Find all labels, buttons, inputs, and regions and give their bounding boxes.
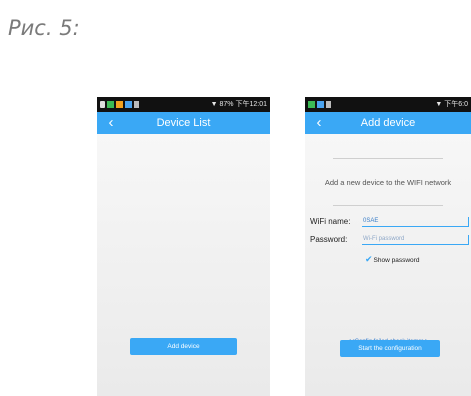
phone-screen-add-device: ▼ 下午6:0 ‹ Add device Add a new device to… xyxy=(305,97,471,396)
back-arrow-icon[interactable]: ‹ xyxy=(104,112,118,134)
password-input[interactable]: Wi-Fi password xyxy=(362,235,469,245)
figure-caption: Рис. 5: xyxy=(8,16,80,40)
status-right: ▼ 87% 下午12:01 xyxy=(210,101,267,108)
wifi-signal-icon: ▼ xyxy=(210,101,218,108)
wifi-name-label: WiFi name: xyxy=(310,217,351,226)
page-title: Add device xyxy=(360,117,416,129)
show-password-label: Show password xyxy=(373,257,420,264)
status-bar: ▼ 87% 下午12:01 xyxy=(97,97,270,112)
password-label: Password: xyxy=(310,235,348,244)
wifi-name-input[interactable]: 0SAE xyxy=(362,217,469,227)
notification-icons xyxy=(308,97,333,112)
device-list-area xyxy=(97,134,270,396)
divider xyxy=(333,158,443,159)
title-bar: ‹ Device List xyxy=(97,112,270,134)
status-bar: ▼ 下午6:0 xyxy=(305,97,471,112)
title-bar: ‹ Add device xyxy=(305,112,471,134)
show-password-toggle[interactable]: ✔Show password xyxy=(365,254,419,265)
checkmark-icon: ✔ xyxy=(365,254,373,264)
start-configuration-button[interactable]: Start the configuration xyxy=(340,340,440,357)
page-title: Device List xyxy=(156,117,211,129)
add-device-button[interactable]: Add device xyxy=(130,338,237,355)
phone-screen-device-list: ▼ 87% 下午12:01 ‹ Device List Add device xyxy=(97,97,270,396)
divider xyxy=(333,205,443,206)
notification-icons xyxy=(100,97,141,112)
status-right: ▼ 下午6:0 xyxy=(435,101,468,108)
back-arrow-icon[interactable]: ‹ xyxy=(312,112,326,134)
instruction-text: Add a new device to the WIFI network xyxy=(324,178,452,187)
wifi-signal-icon: ▼ xyxy=(435,101,443,108)
